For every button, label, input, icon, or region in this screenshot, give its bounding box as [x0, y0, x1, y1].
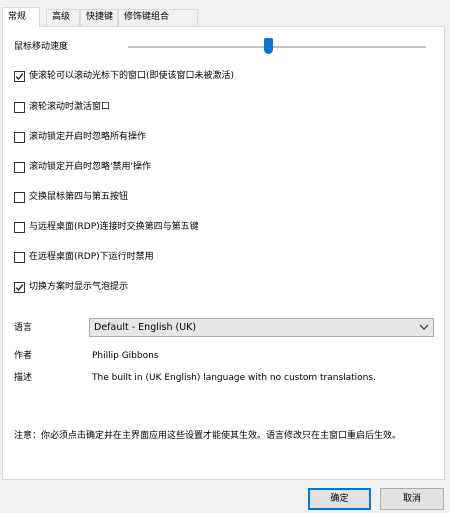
option-scroll-lock-ignore-all[interactable]: 滚动锁定开启时忽略所有操作: [14, 131, 314, 145]
author-value: Phillip Gibbons: [92, 351, 159, 361]
checkmark-icon: [15, 73, 24, 81]
option-rdp-swap-buttons[interactable]: 与远程桌面(RDP)连接时交换第四与第五键: [14, 221, 314, 235]
note-text: 注意：你必须点击确定并在主界面应用这些设置才能使其生效。语言修改只在主窗口重启后…: [14, 431, 402, 441]
mouse-speed-slider-track[interactable]: [128, 46, 426, 48]
tab-hotkeys[interactable]: 快捷键: [80, 9, 118, 26]
author-label: 作者: [14, 351, 33, 361]
option-label: 滚轮滚动时激活窗口: [29, 102, 111, 112]
tab-strip: 常规 高级 快捷键 修饰键组合: [0, 0, 450, 27]
description-label: 描述: [14, 373, 33, 383]
option-scroll-lock-ignore-disabled[interactable]: 滚动锁定开启时忽略'禁用'操作: [14, 161, 314, 175]
option-label: 与远程桌面(RDP)连接时交换第四与第五键: [29, 222, 199, 232]
checkbox[interactable]: [14, 192, 25, 203]
language-select[interactable]: Default - English (UK): [89, 318, 434, 337]
checkbox[interactable]: [14, 222, 25, 233]
option-label: 滚动锁定开启时忽略所有操作: [29, 132, 147, 142]
language-label: 语言: [14, 323, 33, 333]
tab-modifier-combos[interactable]: 修饰键组合: [118, 9, 198, 26]
ok-button[interactable]: 确定: [308, 488, 371, 510]
mouse-speed-label: 鼠标移动速度: [14, 42, 69, 52]
option-label: 交换鼠标第四与第五按钮: [29, 192, 129, 202]
checkbox[interactable]: [14, 282, 25, 293]
option-disable-under-rdp[interactable]: 在远程桌面(RDP)下运行时禁用: [14, 251, 314, 265]
tab-general[interactable]: 常规: [2, 7, 40, 27]
option-label: 使滚轮可以滚动光标下的窗口(即使该窗口未被激活): [29, 71, 235, 81]
option-swap-buttons-4-5[interactable]: 交换鼠标第四与第五按钮: [14, 191, 314, 205]
checkbox[interactable]: [14, 132, 25, 143]
option-label: 滚动锁定开启时忽略'禁用'操作: [29, 162, 151, 172]
option-label: 切换方案时显示气泡提示: [29, 282, 129, 292]
checkbox[interactable]: [14, 162, 25, 173]
option-activate-on-scroll[interactable]: 滚轮滚动时激活窗口: [14, 101, 314, 115]
option-show-balloon-tip[interactable]: 切换方案时显示气泡提示: [14, 281, 314, 295]
chevron-down-icon: [419, 324, 429, 330]
option-scroll-under-cursor[interactable]: 使滚轮可以滚动光标下的窗口(即使该窗口未被激活): [14, 70, 314, 84]
language-selected-value: Default - English (UK): [94, 322, 197, 333]
mouse-speed-slider-thumb[interactable]: [263, 38, 273, 54]
tab-advanced[interactable]: 高级: [46, 9, 80, 26]
option-label: 在远程桌面(RDP)下运行时禁用: [29, 252, 154, 262]
checkbox[interactable]: [14, 252, 25, 263]
checkmark-icon: [15, 284, 24, 292]
checkbox[interactable]: [14, 102, 25, 113]
cancel-button[interactable]: 取消: [380, 488, 444, 510]
checkbox[interactable]: [14, 71, 25, 82]
description-value: The built in (UK English) language with …: [92, 373, 376, 383]
